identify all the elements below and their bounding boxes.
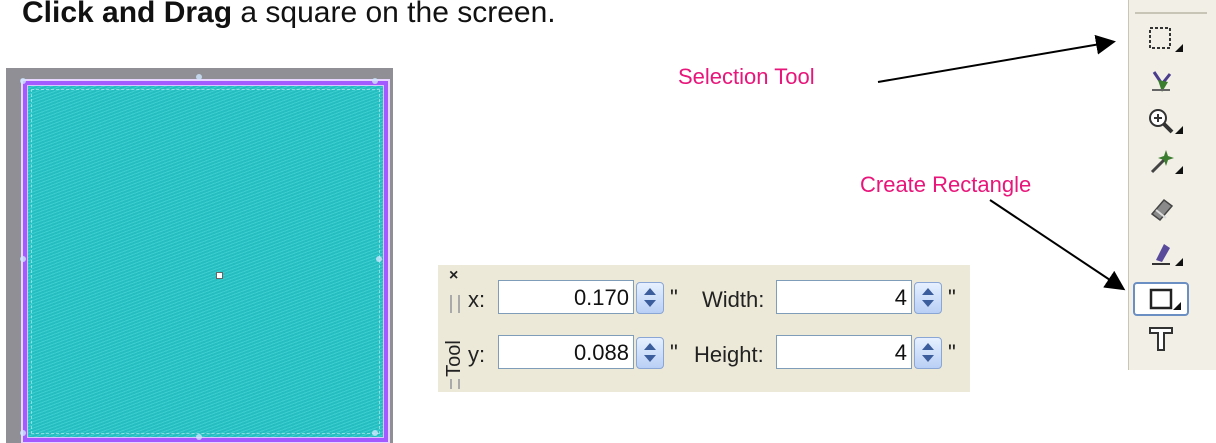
- eraser-tool-icon: [1150, 198, 1174, 222]
- text-tool-button[interactable]: [1133, 322, 1189, 356]
- create-rectangle-arrow: [989, 199, 1126, 291]
- create-rectangle-tool-icon: [1149, 288, 1173, 310]
- flyout-indicator-icon: [1175, 166, 1183, 174]
- create-rectangle-tool-button[interactable]: [1133, 282, 1189, 316]
- annotation-arrows: [877, 34, 1126, 291]
- digitize-tool-button[interactable]: [1133, 236, 1189, 270]
- magic-wand-tool-button[interactable]: [1133, 144, 1189, 178]
- selection-tool-icon: [1149, 27, 1171, 49]
- flyout-indicator-icon: [1175, 258, 1183, 266]
- flyout-indicator-icon: [1175, 126, 1183, 134]
- tools-toolbar: [1128, 0, 1216, 370]
- eraser-tool-button[interactable]: [1133, 192, 1189, 226]
- digitize-tool-icon: [1152, 244, 1170, 265]
- text-tool-icon: [1149, 327, 1173, 351]
- zoom-tool-icon: [1149, 109, 1174, 134]
- magic-wand-tool-icon: [1150, 150, 1174, 174]
- selection-tool-button[interactable]: [1133, 22, 1189, 56]
- toolbar-separator: [1135, 12, 1207, 14]
- flyout-indicator-icon: [1175, 44, 1183, 52]
- zoom-tool-button[interactable]: [1133, 104, 1189, 138]
- reshape-tool-button[interactable]: [1133, 64, 1189, 98]
- reshape-tool-icon: [1152, 71, 1172, 92]
- flyout-indicator-icon: [1173, 302, 1181, 310]
- selection-tool-arrow: [877, 34, 1116, 83]
